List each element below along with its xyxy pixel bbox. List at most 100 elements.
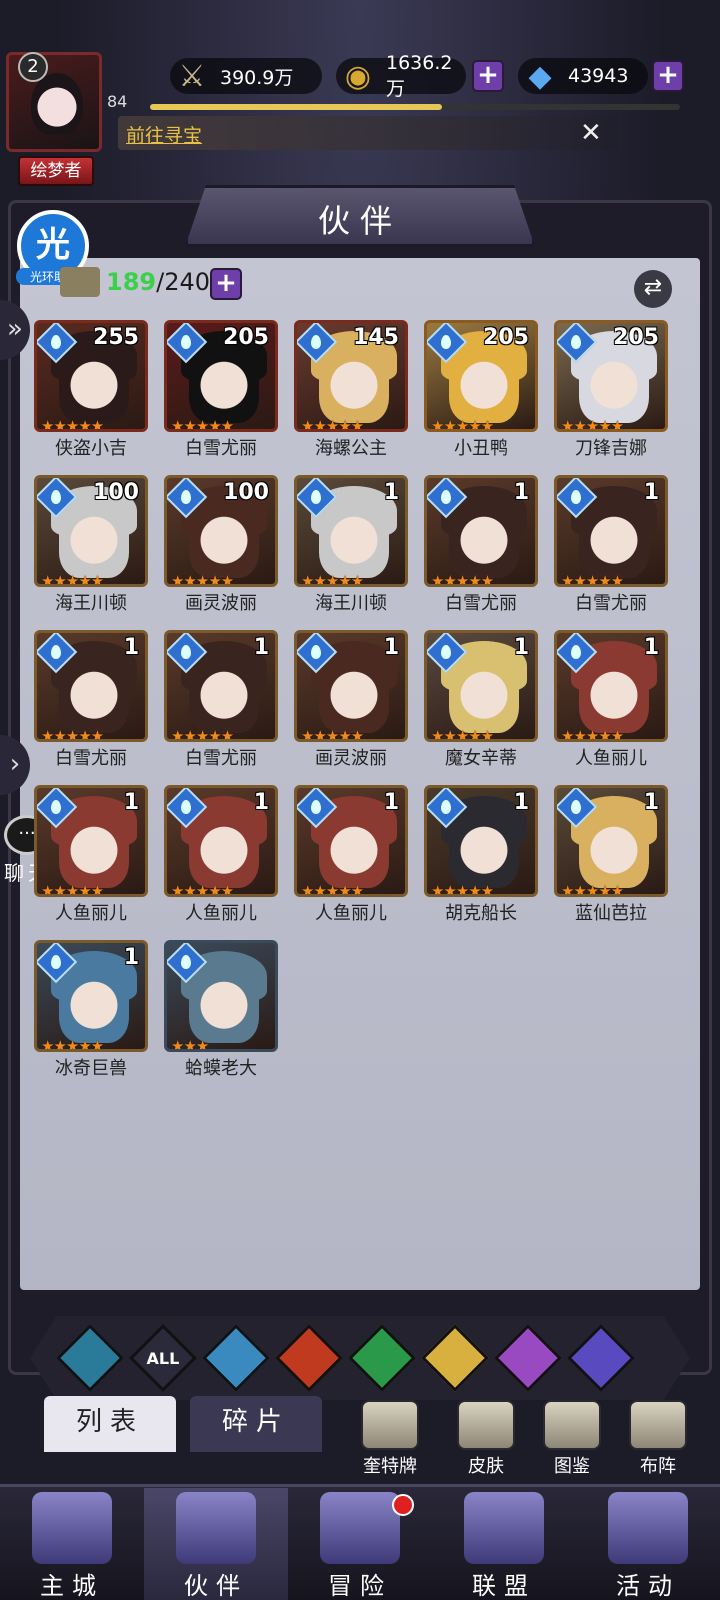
sort-toggle-icon[interactable]: ⇄ (634, 270, 672, 308)
exp-level: 84 (107, 92, 128, 111)
hero-card[interactable]: 1 ★★★★★ 白雪尤丽 (34, 630, 148, 770)
hero-stars: ★★★★★ (301, 572, 364, 587)
hero-name: 白雪尤丽 (445, 593, 517, 614)
hero-card[interactable]: 205 ★★★★★ 刀锋吉娜 (554, 320, 668, 460)
hero-name: 胡克船长 (445, 903, 517, 924)
nav-events[interactable]: 活动 (576, 1488, 720, 1600)
hero-art (189, 339, 259, 423)
nav-label: 伙伴 (184, 1572, 248, 1600)
hero-portrait: 1 ★★★★★ (294, 630, 408, 742)
hero-card[interactable]: 100 ★★★★★ 画灵波丽 (164, 475, 278, 615)
hero-level: 1 (513, 480, 529, 505)
diamond-icon: ◆ (528, 58, 552, 94)
hero-name: 白雪尤丽 (575, 593, 647, 614)
shield-icon (464, 1492, 544, 1564)
hero-art (59, 804, 129, 888)
hero-card[interactable]: 1 ★★★★★ 胡克船长 (424, 785, 538, 925)
hero-card[interactable]: 1 ★★★★★ 海王川顿 (294, 475, 408, 615)
hero-name: 小丑鸭 (454, 438, 508, 459)
tab-fragments[interactable]: 碎片 (190, 1396, 322, 1452)
hero-portrait: 1 ★★★★★ (164, 785, 278, 897)
hero-stars: ★★★★★ (561, 572, 624, 587)
nav-main-city[interactable]: 主城 (0, 1488, 144, 1600)
castle-icon (32, 1492, 112, 1564)
hero-portrait: 1 ★★★★★ (554, 785, 668, 897)
quest-tracker[interactable]: 前往寻宝 (118, 116, 618, 150)
hero-count-max: /240 (156, 268, 211, 296)
nav-label: 联盟 (472, 1572, 536, 1600)
hero-card[interactable]: 205 ★★★★★ 白雪尤丽 (164, 320, 278, 460)
player-level-badge: 2 (18, 52, 48, 82)
player-title[interactable]: 绘梦者 (18, 156, 94, 186)
hero-stars: ★★★★★ (561, 727, 624, 742)
hero-portrait: 1 ★★★★★ (424, 785, 538, 897)
hero-card[interactable]: 1 ★★★★★ 人鱼丽儿 (554, 630, 668, 770)
hero-stars: ★★★★★ (561, 417, 624, 432)
hero-level: 1 (383, 635, 399, 660)
hero-name: 冰奇巨兽 (55, 1058, 127, 1079)
hero-card[interactable]: 1 ★★★★★ 人鱼丽儿 (294, 785, 408, 925)
tool-skins[interactable]: 皮肤 (446, 1400, 526, 1477)
tool-codex[interactable]: 图鉴 (532, 1400, 612, 1477)
hero-level: 145 (353, 325, 399, 350)
hero-portrait: 100 ★★★★★ (34, 475, 148, 587)
nav-alliance[interactable]: 联盟 (432, 1488, 576, 1600)
hero-card[interactable]: 1 ★★★★★ 魔女辛蒂 (424, 630, 538, 770)
hero-art (59, 494, 129, 578)
hero-count-icon (60, 267, 100, 297)
hero-portrait: 1 ★★★★★ (424, 630, 538, 742)
hero-stars: ★★★★★ (171, 727, 234, 742)
cards-event-icon (608, 1492, 688, 1564)
close-icon[interactable]: ✕ (580, 118, 602, 148)
tool-quest-cards[interactable]: 奎特牌 (350, 1400, 430, 1477)
hero-name: 海王川顿 (55, 593, 127, 614)
hero-name: 刀锋吉娜 (575, 438, 647, 459)
hero-name: 白雪尤丽 (185, 438, 257, 459)
hero-level: 1 (253, 635, 269, 660)
tool-label: 图鉴 (554, 1456, 590, 1477)
hero-portrait: 205 ★★★★★ (554, 320, 668, 432)
hero-portrait: 1 ★★★★★ (294, 475, 408, 587)
hero-stars: ★★★★★ (431, 417, 494, 432)
hero-name: 侠盗小吉 (55, 438, 127, 459)
hero-portrait: 100 ★★★★★ (164, 475, 278, 587)
hero-card[interactable]: 1 ★★★★★ 画灵波丽 (294, 630, 408, 770)
exp-fill (150, 104, 442, 110)
filter-label: ALL (146, 1348, 180, 1368)
hero-name: 蛤蟆老大 (185, 1058, 257, 1079)
quest-text[interactable]: 前往寻宝 (126, 121, 202, 148)
hero-level: 100 (93, 480, 139, 505)
panel-title: 伙伴 (317, 202, 402, 240)
hero-name: 画灵波丽 (185, 593, 257, 614)
tab-list[interactable]: 列表 (44, 1396, 176, 1452)
hero-card[interactable]: 145 ★★★★★ 海螺公主 (294, 320, 408, 460)
hero-name: 海王川顿 (315, 593, 387, 614)
hero-level: 1 (123, 635, 139, 660)
gold-coin-icon: ◉ (344, 58, 372, 94)
hero-name: 人鱼丽儿 (575, 748, 647, 769)
expand-slots-button[interactable]: + (210, 268, 242, 300)
hero-card[interactable]: 1 ★★★★★ 白雪尤丽 (424, 475, 538, 615)
hero-portrait: 1 ★★★★★ (164, 630, 278, 742)
hero-card[interactable]: ★★★ 蛤蟆老大 (164, 940, 278, 1080)
notification-dot (392, 1494, 414, 1516)
nav-label: 主城 (40, 1572, 104, 1600)
hero-art (319, 494, 389, 578)
hero-stars: ★★★★★ (301, 417, 364, 432)
hero-card[interactable]: 1 ★★★★★ 白雪尤丽 (164, 630, 278, 770)
hero-card[interactable]: 1 ★★★★★ 人鱼丽儿 (34, 785, 148, 925)
hero-card[interactable]: 255 ★★★★★ 侠盗小吉 (34, 320, 148, 460)
add-gold-button[interactable]: + (472, 60, 504, 92)
hero-card[interactable]: 1 ★★★★★ 蓝仙芭拉 (554, 785, 668, 925)
nav-partners[interactable]: 伙伴 (144, 1488, 288, 1600)
hero-card[interactable]: 1 ★★★★★ 白雪尤丽 (554, 475, 668, 615)
hero-card[interactable]: 1 ★★★★★ 冰奇巨兽 (34, 940, 148, 1080)
add-diamond-button[interactable]: + (652, 60, 684, 92)
hero-card[interactable]: 205 ★★★★★ 小丑鸭 (424, 320, 538, 460)
hero-card[interactable]: 1 ★★★★★ 人鱼丽儿 (164, 785, 278, 925)
hero-card[interactable]: 100 ★★★★★ 海王川顿 (34, 475, 148, 615)
hero-art (59, 649, 129, 733)
tool-formation[interactable]: 布阵 (618, 1400, 698, 1477)
hero-name: 人鱼丽儿 (315, 903, 387, 924)
hero-level: 1 (253, 790, 269, 815)
